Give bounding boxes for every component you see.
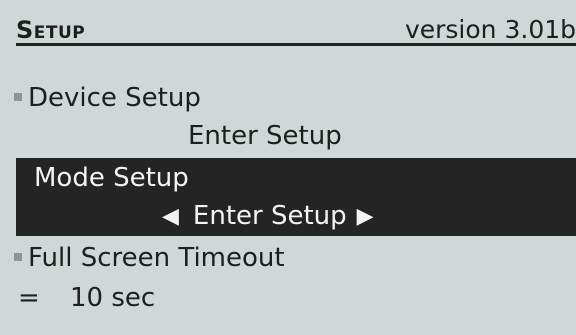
menu-item-full-screen-timeout[interactable]: Full Screen Timeout [14,242,285,274]
mode-setup-value[interactable]: ◀ Enter Setup ▶ [162,200,374,233]
left-arrow-icon[interactable]: ◀ [162,201,179,233]
header: Setup version 3.01b [16,10,576,45]
timeout-value-row[interactable]: = 10 sec [18,282,155,314]
setup-screen: Setup version 3.01b Device Setup Enter S… [0,0,576,335]
timeout-value: 10 sec [70,283,156,313]
full-screen-timeout-label: Full Screen Timeout [28,243,285,273]
bullet-icon [14,252,22,261]
mode-setup-enter: Enter Setup [192,201,347,231]
equals-sign: = [18,283,40,313]
mode-setup-label: Mode Setup [34,163,189,193]
version-label: version 3.01b [404,15,576,44]
right-arrow-icon[interactable]: ▶ [357,201,374,233]
device-setup-label: Device Setup [28,83,201,113]
menu-item-device-setup[interactable]: Device Setup [14,82,201,114]
menu-item-mode-setup-selected[interactable]: Mode Setup ◀ Enter Setup ▶ [16,158,576,236]
page-title: Setup [16,16,86,44]
device-setup-enter[interactable]: Enter Setup [188,120,342,152]
header-divider [16,43,576,46]
bullet-icon [14,92,22,101]
